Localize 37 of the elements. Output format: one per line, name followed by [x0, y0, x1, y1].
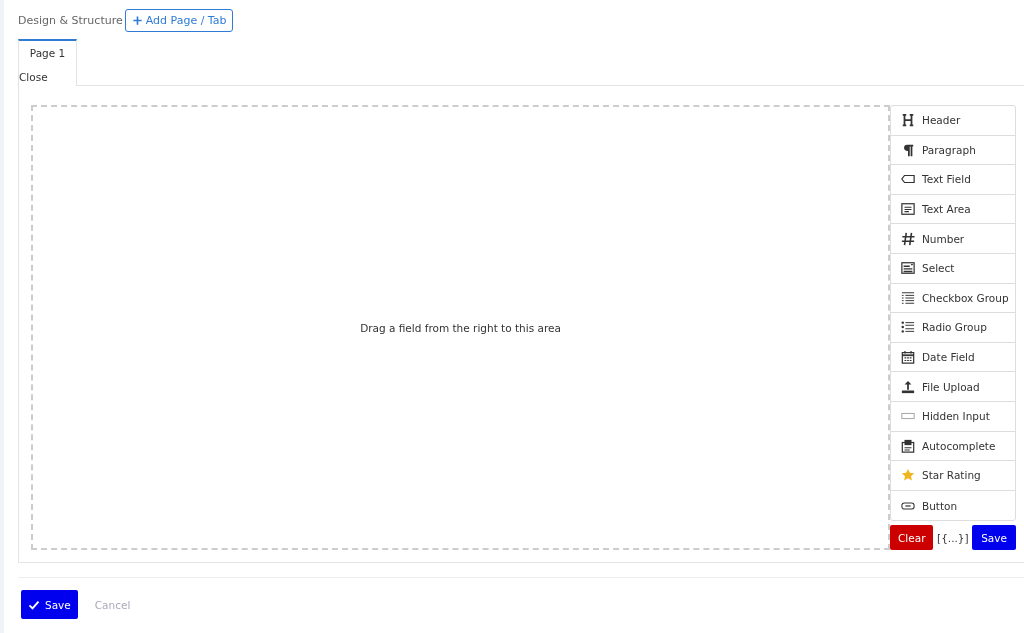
field-option[interactable]: Text Area	[891, 194, 1015, 225]
field-option[interactable]: Hidden Input	[891, 401, 1015, 432]
save-button[interactable]: Save	[972, 525, 1016, 550]
calendar-icon	[901, 350, 915, 365]
select-icon	[901, 261, 915, 276]
field-option[interactable]: Radio Group	[891, 313, 1015, 343]
clear-button[interactable]: Clear	[890, 525, 934, 550]
pilcrow-icon	[901, 142, 915, 157]
radio-list-icon	[901, 320, 915, 335]
check-icon	[28, 598, 40, 611]
field-option[interactable]: Autocomplete	[891, 431, 1015, 462]
field-option[interactable]: Button	[891, 490, 1015, 521]
field-option[interactable]: Checkbox Group	[891, 283, 1015, 314]
field-option[interactable]: Header	[891, 106, 1015, 136]
json-toggle[interactable]: [{...}]	[937, 531, 969, 544]
save-button[interactable]: Save	[21, 590, 78, 619]
field-option[interactable]: Date Field	[891, 342, 1015, 373]
checklist-icon	[901, 290, 915, 305]
autocomplete-icon	[901, 438, 915, 453]
tab-label[interactable]: Page 1	[19, 41, 76, 67]
upload-icon	[901, 379, 915, 394]
hash-icon	[901, 231, 915, 246]
page-tab[interactable]: Page 1 Close	[18, 39, 77, 86]
drop-hint: Drag a field from the right to this area	[360, 321, 561, 334]
field-option[interactable]: Number	[891, 224, 1015, 254]
text-area-icon	[901, 202, 915, 217]
plus-icon	[131, 14, 143, 26]
field-option[interactable]: File Upload	[891, 372, 1015, 402]
field-option[interactable]: Star Rating	[891, 461, 1015, 491]
section-label: Design & Structure	[18, 13, 123, 27]
field-option[interactable]: Select	[891, 253, 1015, 284]
add-page-button[interactable]: Add Page / Tab	[124, 8, 234, 32]
field-option[interactable]: Text Field	[891, 165, 1015, 195]
close-link[interactable]: Close	[19, 67, 76, 83]
star-icon	[901, 468, 915, 483]
header-icon	[901, 113, 915, 128]
field-option[interactable]: Paragraph	[891, 135, 1015, 166]
